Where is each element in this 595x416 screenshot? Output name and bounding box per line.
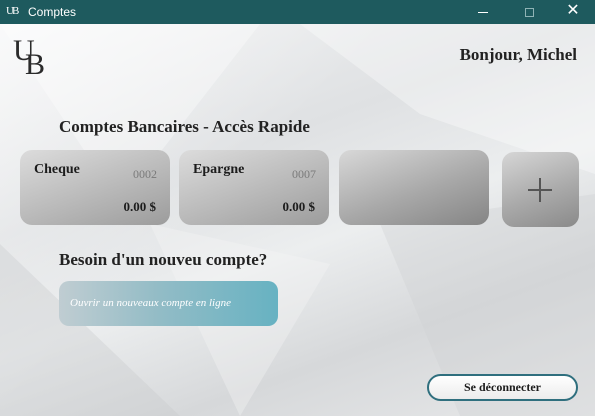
bank-logo: U B <box>13 34 46 81</box>
new-account-title: Besoin d'un nouveu compte? <box>59 250 268 269</box>
ub-logo-icon: UB <box>6 5 19 17</box>
greeting-text: Bonjour, Michel <box>459 45 577 64</box>
account-card-cheque[interactable]: Cheque 0002 0.00 $ <box>20 150 170 225</box>
account-name: Epargne <box>193 162 245 177</box>
account-number: 0002 <box>133 167 157 181</box>
maximize-button[interactable] <box>506 0 552 24</box>
account-number: 0007 <box>292 167 316 181</box>
minimize-button[interactable] <box>460 0 506 24</box>
account-card-epargne[interactable]: Epargne 0007 0.00 $ <box>179 150 329 225</box>
close-icon: ✕ <box>566 2 580 19</box>
account-name: Cheque <box>34 162 80 177</box>
open-account-online-button[interactable]: Ouvrir un nouveaux compte en ligne <box>59 281 278 326</box>
add-account-button[interactable] <box>502 152 579 227</box>
main-content: U B Bonjour, Michel Comptes Bancaires - … <box>0 24 595 416</box>
window-title: Comptes <box>28 5 77 19</box>
logout-button[interactable]: Se déconnecter <box>427 374 578 401</box>
minimize-icon <box>478 11 488 13</box>
maximize-icon <box>524 7 534 17</box>
account-balance: 0.00 $ <box>123 199 157 214</box>
close-button[interactable]: ✕ <box>550 0 595 24</box>
quick-access-title: Comptes Bancaires - Accès Rapide <box>59 117 310 136</box>
window-titlebar: UB Comptes ✕ <box>0 0 595 24</box>
account-card-empty[interactable] <box>339 150 489 225</box>
account-balance: 0.00 $ <box>282 199 316 214</box>
